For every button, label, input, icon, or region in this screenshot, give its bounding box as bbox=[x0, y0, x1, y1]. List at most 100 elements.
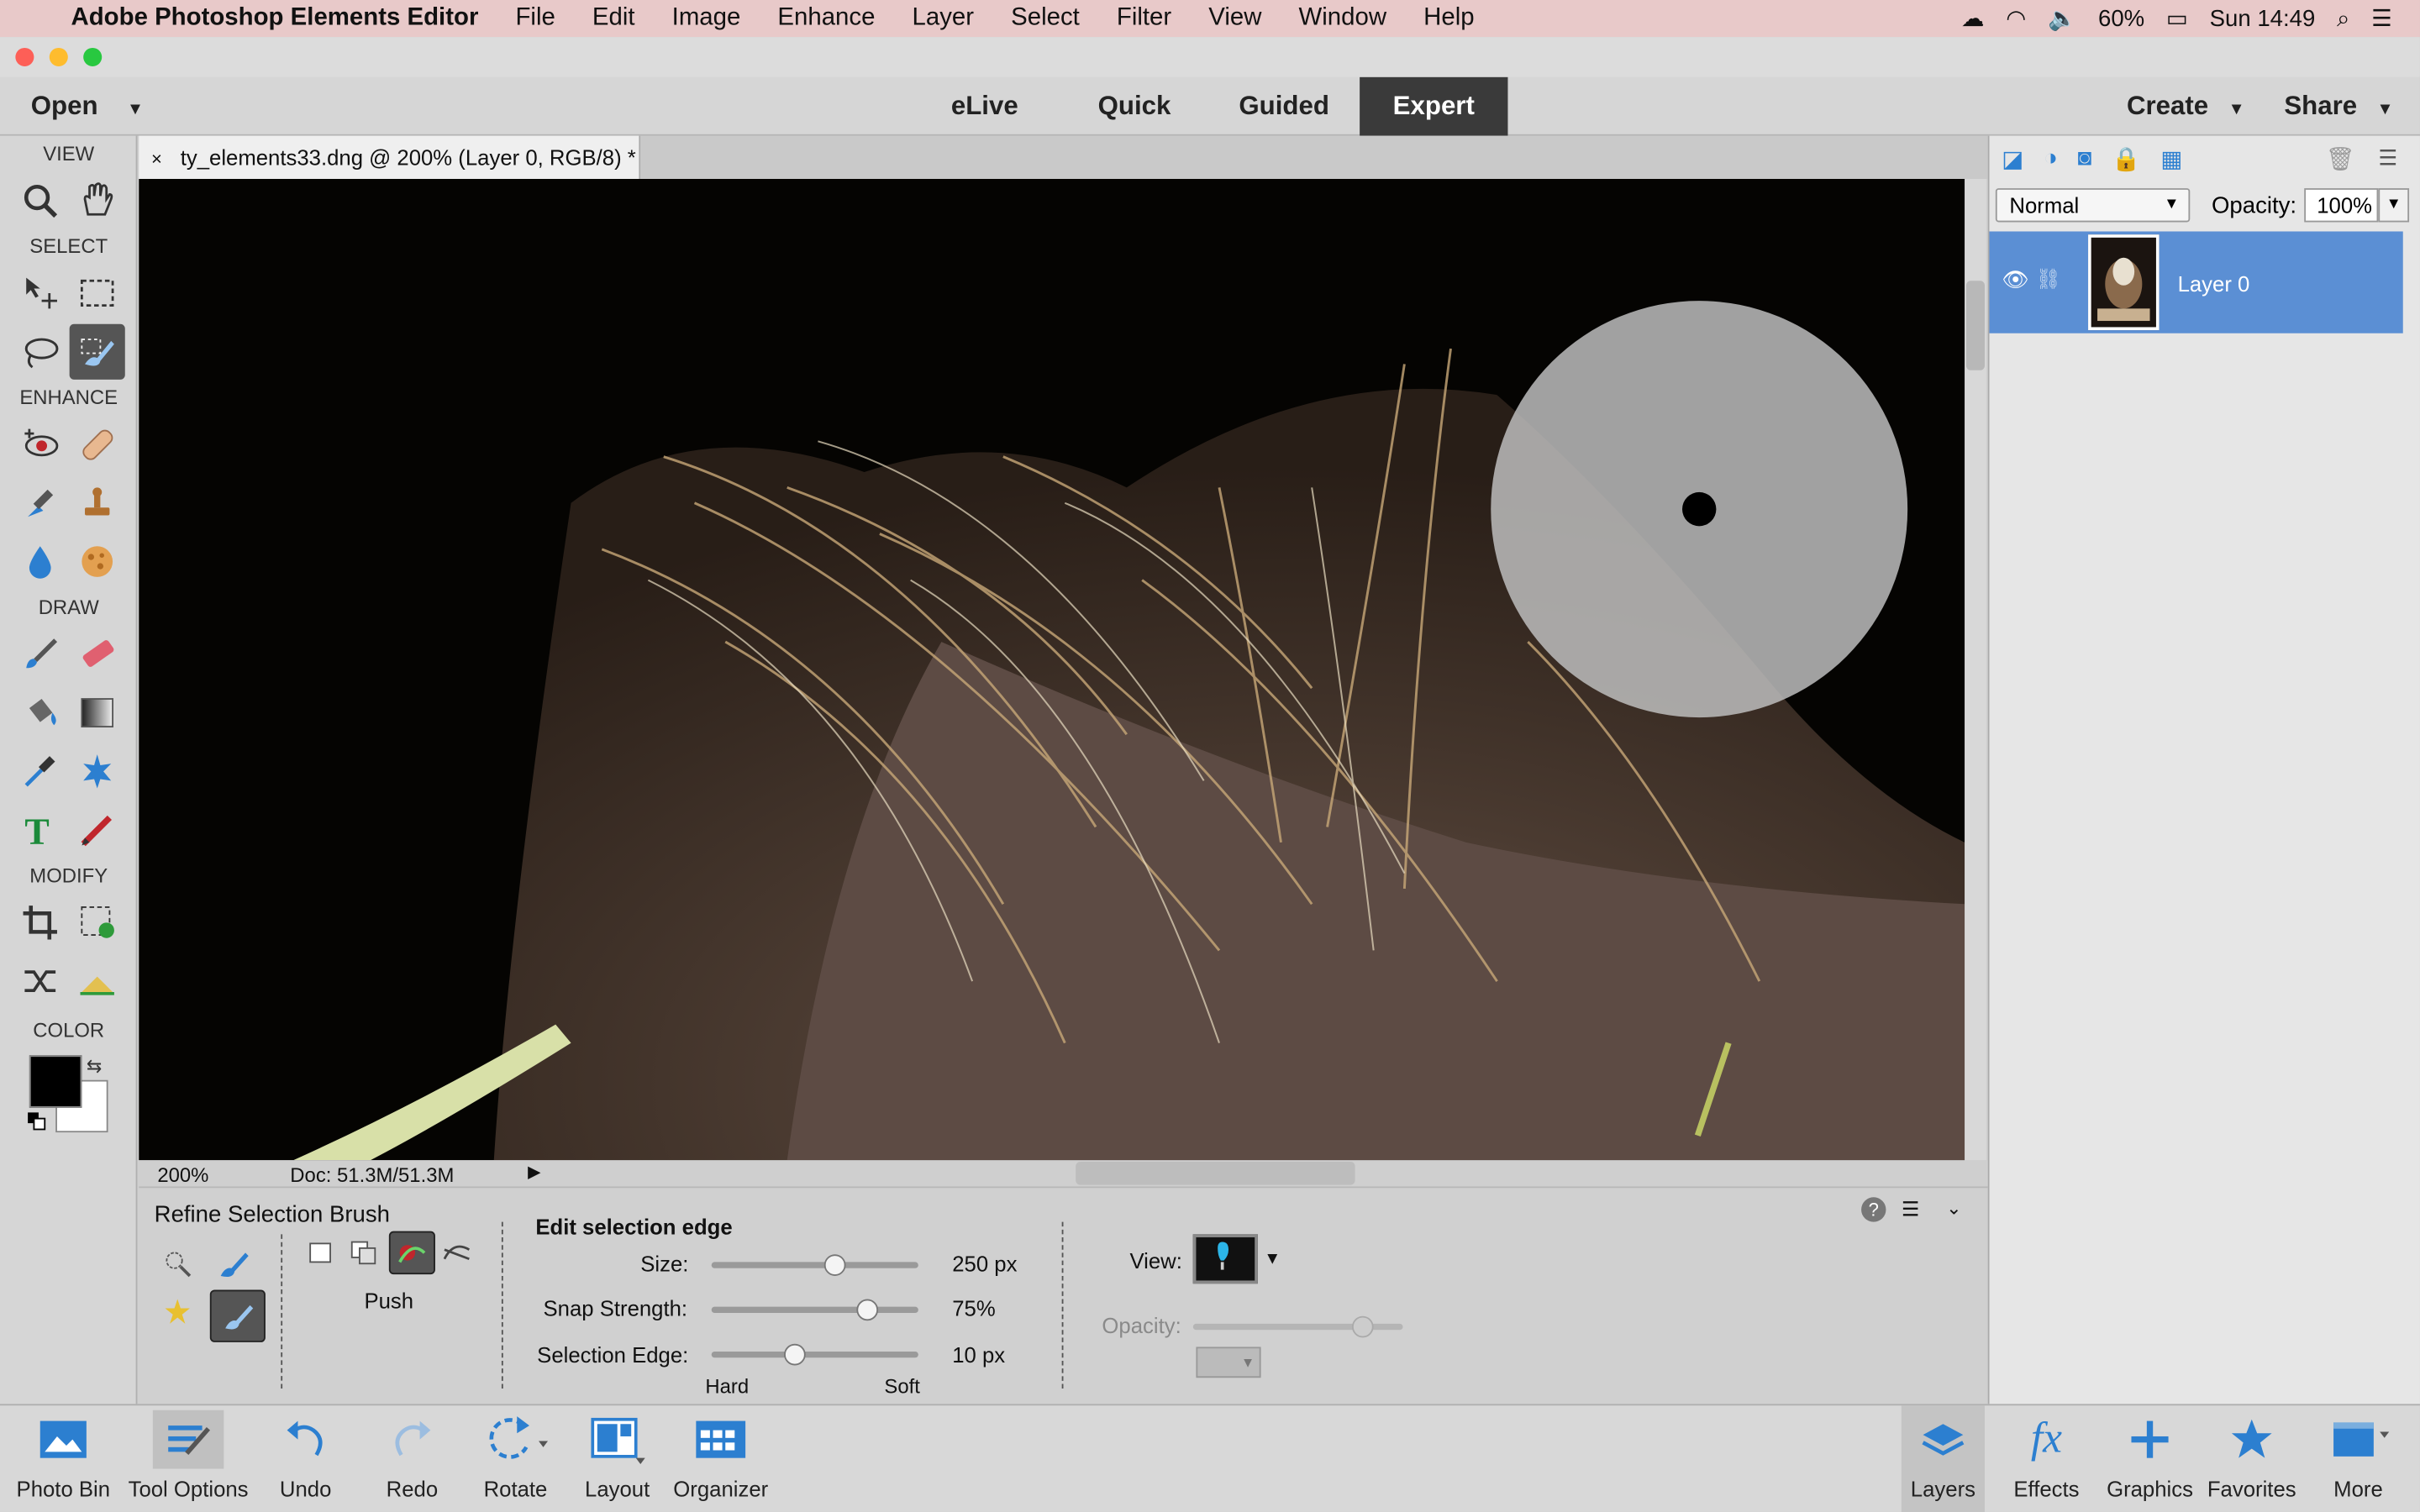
view-mode-selector[interactable] bbox=[1192, 1234, 1258, 1284]
menu-select[interactable]: Select bbox=[1011, 5, 1080, 33]
mode-expert[interactable]: Expert bbox=[1360, 76, 1508, 136]
create-button[interactable]: Create ▼ bbox=[2127, 77, 2250, 136]
smart-brush-tool-icon[interactable] bbox=[13, 475, 68, 531]
menu-filter[interactable]: Filter bbox=[1117, 5, 1171, 33]
add-layer-mask-icon[interactable]: ◙ bbox=[2078, 145, 2092, 173]
add-mode-icon[interactable] bbox=[302, 1234, 339, 1271]
snap-strength-slider-knob[interactable] bbox=[855, 1299, 878, 1321]
size-slider-knob[interactable] bbox=[824, 1254, 847, 1276]
layers-panel-menu-icon[interactable]: ☰ bbox=[2378, 145, 2397, 171]
graphics-button[interactable]: Graphics bbox=[2102, 1405, 2198, 1512]
mode-quick[interactable]: Quick bbox=[1081, 77, 1189, 136]
blur-tool-icon[interactable] bbox=[13, 533, 68, 589]
close-tab-icon[interactable]: × bbox=[151, 148, 162, 170]
share-button[interactable]: Share ▼ bbox=[2284, 77, 2407, 136]
layer-thumbnail[interactable] bbox=[2088, 234, 2160, 331]
smooth-mode-icon[interactable] bbox=[439, 1234, 476, 1271]
red-eye-removal-tool-icon[interactable] bbox=[13, 417, 68, 472]
battery-icon[interactable]: ▭ bbox=[2166, 5, 2188, 32]
document-tab[interactable]: × ty_elements33.dng @ 200% (Layer 0, RGB… bbox=[139, 135, 641, 180]
zoom-window-button[interactable] bbox=[83, 47, 103, 66]
auto-selection-brush-icon[interactable] bbox=[155, 1241, 201, 1287]
panel-menu-icon[interactable]: ☰ bbox=[1902, 1197, 1919, 1221]
app-name-menu[interactable]: Adobe Photoshop Elements Editor bbox=[71, 5, 478, 33]
layer-visibility-eye-icon[interactable]: 👁 bbox=[2002, 267, 2029, 293]
layer-opacity-input[interactable]: 100% bbox=[2304, 188, 2379, 223]
selection-edge-slider-knob[interactable] bbox=[783, 1343, 806, 1366]
content-aware-move-tool-icon[interactable] bbox=[13, 953, 68, 1009]
layer-name[interactable]: Layer 0 bbox=[2178, 271, 2250, 296]
layout-button[interactable]: Layout bbox=[574, 1405, 660, 1512]
refine-selection-brush-option-icon[interactable] bbox=[209, 1289, 266, 1342]
default-colors-icon[interactable] bbox=[28, 1110, 46, 1131]
more-button[interactable]: More bbox=[2312, 1405, 2404, 1512]
mode-elive[interactable]: eLive bbox=[931, 77, 1039, 136]
brush-tool-icon[interactable] bbox=[13, 627, 68, 682]
menu-help[interactable]: Help bbox=[1423, 5, 1474, 33]
layers-button[interactable]: Layers bbox=[1901, 1405, 1985, 1512]
crop-tool-icon[interactable] bbox=[13, 895, 68, 950]
snap-strength-slider[interactable] bbox=[711, 1299, 918, 1321]
rotate-button[interactable]: Rotate bbox=[469, 1405, 561, 1512]
layer-opacity-dropdown-icon[interactable]: ▼ bbox=[2378, 188, 2410, 223]
recompose-tool-icon[interactable] bbox=[70, 895, 125, 950]
effects-button[interactable]: fx Effects bbox=[2003, 1405, 2090, 1512]
mode-guided[interactable]: Guided bbox=[1219, 77, 1349, 136]
eraser-tool-icon[interactable] bbox=[70, 627, 125, 682]
tool-options-button[interactable]: Tool Options bbox=[127, 1405, 250, 1512]
lock-all-icon[interactable]: 🔒 bbox=[2112, 145, 2140, 172]
eyedropper-tool-icon[interactable] bbox=[13, 743, 68, 799]
clock[interactable]: Sun 14:49 bbox=[2210, 5, 2316, 31]
menu-image[interactable]: Image bbox=[672, 5, 741, 33]
type-tool-icon[interactable]: T bbox=[13, 802, 68, 858]
minimize-window-button[interactable] bbox=[49, 47, 68, 66]
favorites-button[interactable]: Favorites bbox=[2204, 1405, 2300, 1512]
overlay-color-dropdown[interactable]: ▼ bbox=[1196, 1347, 1261, 1378]
menu-file[interactable]: File bbox=[515, 5, 555, 33]
layer-row[interactable]: 👁 ⛓ Layer 0 bbox=[1989, 231, 2403, 333]
hand-tool-icon[interactable] bbox=[70, 173, 125, 228]
delete-layer-icon[interactable]: 🗑 bbox=[2326, 145, 2355, 172]
size-slider[interactable] bbox=[711, 1254, 918, 1276]
help-icon[interactable]: ? bbox=[1861, 1197, 1886, 1222]
photo-bin-button[interactable]: Photo Bin bbox=[9, 1405, 118, 1512]
new-layer-icon[interactable]: ◪ bbox=[2002, 145, 2023, 172]
zoom-tool-icon[interactable] bbox=[13, 173, 68, 228]
image-canvas[interactable] bbox=[139, 179, 1965, 1161]
clone-stamp-tool-icon[interactable] bbox=[70, 475, 125, 531]
menu-enhance[interactable]: Enhance bbox=[777, 5, 875, 33]
status-menu-arrow-icon[interactable]: ▶ bbox=[528, 1162, 541, 1182]
zoom-level[interactable]: 200% bbox=[157, 1163, 208, 1187]
swap-colors-icon[interactable]: ⇆ bbox=[87, 1055, 102, 1077]
canvas-vertical-scrollbar[interactable] bbox=[1965, 179, 1986, 1161]
magic-wand-icon[interactable] bbox=[155, 1289, 201, 1336]
overlay-opacity-knob[interactable] bbox=[1351, 1315, 1374, 1338]
undo-button[interactable]: Undo bbox=[260, 1405, 352, 1512]
layer-link-icon[interactable]: ⛓ bbox=[2036, 267, 2061, 291]
lasso-tool-icon[interactable] bbox=[13, 324, 68, 380]
view-dropdown-icon[interactable]: ▼ bbox=[1264, 1250, 1281, 1268]
paint-bucket-tool-icon[interactable] bbox=[13, 685, 68, 740]
battery-percent[interactable]: 60% bbox=[2098, 5, 2144, 31]
snap-strength-value[interactable]: 75% bbox=[952, 1296, 995, 1320]
open-button[interactable]: Open ▼ bbox=[31, 77, 155, 136]
straighten-tool-icon[interactable] bbox=[70, 953, 125, 1009]
blend-mode-select[interactable]: Normal ▼ bbox=[1995, 188, 2191, 223]
foreground-color-swatch[interactable] bbox=[29, 1055, 82, 1108]
subtract-mode-icon[interactable] bbox=[345, 1234, 382, 1271]
rectangular-marquee-tool-icon[interactable] bbox=[70, 265, 125, 321]
close-window-button[interactable] bbox=[15, 47, 34, 66]
organizer-button[interactable]: Organizer bbox=[670, 1405, 771, 1512]
new-adjustment-layer-icon[interactable]: ◑ bbox=[2044, 145, 2058, 173]
selection-brush-icon[interactable] bbox=[210, 1241, 256, 1287]
notification-center-icon[interactable]: ☰ bbox=[2371, 5, 2392, 32]
horizontal-scroll-thumb[interactable] bbox=[1076, 1162, 1355, 1185]
size-value[interactable]: 250 px bbox=[952, 1252, 1017, 1276]
custom-shape-tool-icon[interactable] bbox=[70, 743, 125, 799]
wifi-icon[interactable]: ◠ bbox=[2006, 5, 2026, 32]
vertical-scroll-thumb[interactable] bbox=[1965, 281, 1985, 370]
overlay-opacity-slider[interactable] bbox=[1192, 1315, 1403, 1338]
refine-selection-brush-tool-icon[interactable] bbox=[69, 323, 125, 380]
selection-edge-value[interactable]: 10 px bbox=[952, 1342, 1005, 1367]
selection-edge-slider[interactable] bbox=[711, 1343, 918, 1366]
